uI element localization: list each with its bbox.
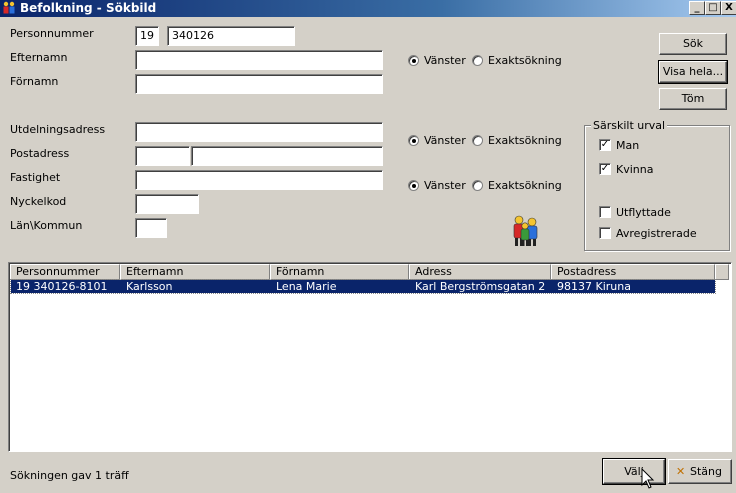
minimize-button[interactable]: _ — [689, 1, 705, 15]
radio-dot — [472, 135, 483, 146]
valj-button[interactable]: Välj — [602, 458, 666, 485]
nyckelkod-field[interactable] — [135, 194, 199, 214]
fastighet-field[interactable] — [135, 170, 383, 190]
personnummer-field[interactable]: 340126 — [167, 26, 295, 46]
radio-dot — [408, 55, 419, 66]
fornamn-label: Förnamn — [10, 75, 59, 88]
cell-fornamn: Lena Marie — [276, 280, 337, 293]
window-title: Befolkning - Sökbild — [20, 1, 157, 15]
column-header-filler — [715, 264, 729, 280]
column-header-personnummer[interactable]: Personnummer — [10, 264, 120, 280]
cell-postadress: 98137 Kiruna — [557, 280, 631, 293]
stang-button[interactable]: ✕ Stäng — [668, 459, 732, 484]
radio-label: Exaktsökning — [488, 134, 562, 147]
people-icon — [3, 1, 15, 14]
radio-dot — [408, 135, 419, 146]
radio-label: Vänster — [424, 179, 466, 192]
column-header-efternamn[interactable]: Efternamn — [120, 264, 270, 280]
x-icon: ✕ — [676, 465, 686, 478]
check-icon: ✓ — [599, 139, 611, 151]
radio-dot — [408, 180, 419, 191]
checkbox-label: Utflyttade — [616, 206, 671, 219]
results-list[interactable]: Personnummer Efternamn Förnamn Adress Po… — [8, 262, 732, 452]
cursor-icon — [641, 468, 655, 489]
radio-label: Exaktsökning — [488, 54, 562, 67]
checkbox-label: Avregistrerade — [616, 227, 697, 240]
column-header-fornamn[interactable]: Förnamn — [270, 264, 409, 280]
sok-button[interactable]: Sök — [659, 33, 727, 55]
table-row[interactable]: 19 340126-8101 Karlsson Lena Marie Karl … — [10, 279, 716, 294]
lan-kommun-field[interactable] — [135, 218, 167, 238]
stang-label: Stäng — [690, 465, 722, 478]
title-bar: Befolkning - Sökbild _ □ X — [0, 0, 736, 17]
cell-personnummer: 19 340126-8101 — [16, 280, 108, 293]
column-header-postadress[interactable]: Postadress — [551, 264, 715, 280]
radio-label: Vänster — [424, 54, 466, 67]
fornamn-field[interactable] — [135, 74, 383, 94]
radio-dot — [472, 180, 483, 191]
century-field[interactable]: 19 — [135, 26, 159, 46]
fastighet-label: Fastighet — [10, 171, 61, 184]
close-button[interactable]: X — [721, 1, 736, 15]
maximize-button[interactable]: □ — [705, 1, 721, 15]
checkbox-label: Kvinna — [616, 163, 654, 176]
utdelningsadress-label: Utdelningsadress — [10, 123, 106, 136]
checkbox-label: Man — [616, 139, 640, 152]
status-text: Sökningen gav 1 träff — [10, 469, 129, 482]
cell-efternamn: Karlsson — [126, 280, 173, 293]
people-group-icon — [513, 215, 538, 246]
efternamn-label: Efternamn — [10, 51, 68, 64]
column-header-adress[interactable]: Adress — [409, 264, 551, 280]
utdelningsadress-field[interactable] — [135, 122, 383, 142]
check-icon: ✓ — [599, 163, 611, 175]
ort-field[interactable] — [191, 146, 383, 166]
postadress-label: Postadress — [10, 147, 70, 160]
visa-hela-button[interactable]: Visa hela... — [658, 60, 728, 84]
postnummer-field[interactable] — [135, 146, 190, 166]
radio-dot — [472, 55, 483, 66]
group-title: Särskilt urval — [591, 119, 668, 132]
efternamn-field[interactable] — [135, 50, 383, 70]
radio-label: Exaktsökning — [488, 179, 562, 192]
personnummer-label: Personnummer — [10, 27, 94, 40]
nyckelkod-label: Nyckelkod — [10, 195, 67, 208]
lan-kommun-label: Län\Kommun — [10, 219, 83, 232]
radio-label: Vänster — [424, 134, 466, 147]
cell-adress: Karl Bergströmsgatan 2 — [415, 280, 546, 293]
tom-button[interactable]: Töm — [659, 88, 727, 110]
